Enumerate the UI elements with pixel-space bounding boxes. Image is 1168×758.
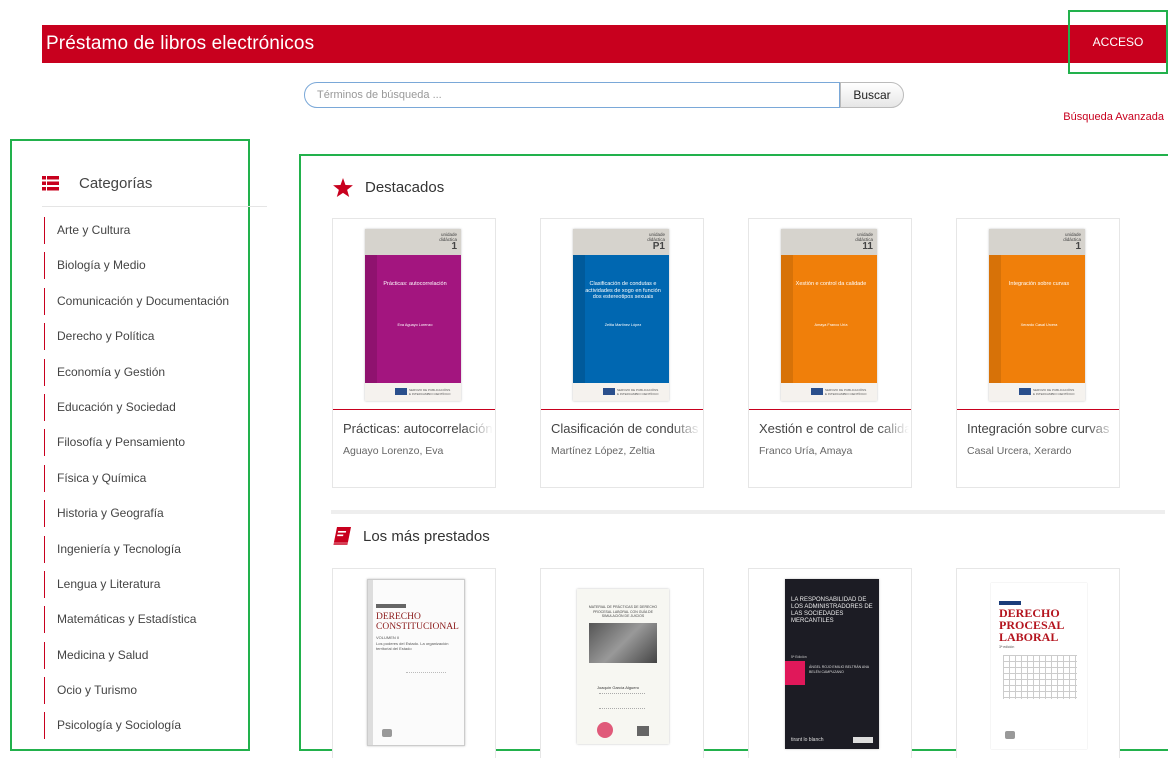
most-borrowed-title: Los más prestados — [363, 528, 490, 545]
cover-unit: 11 — [862, 241, 873, 252]
category-item[interactable]: Física y Química — [44, 464, 229, 492]
cover-author: Eva Aguayo Lorenzo — [397, 323, 433, 327]
book-card[interactable]: MATERIAL DE PRÁCTICAS DE DERECHO PROCESA… — [540, 568, 704, 758]
book-cover[interactable]: unidade didáctica 1 Prácticas: autocorrela… — [365, 229, 461, 401]
cover-publisher: tirant lo blanch — [791, 737, 824, 743]
category-item[interactable]: Comunicación y Documentación — [44, 287, 229, 315]
category-list: Arte y Cultura Biología y Medio Comunica… — [44, 217, 229, 748]
cover-title: MATERIAL DE PRÁCTICAS DE DERECHO PROCESA… — [588, 605, 658, 618]
cover-subtitle: VOLUMEN II — [376, 635, 400, 640]
categories-divider — [42, 206, 267, 207]
category-item[interactable]: Historia y Geografía — [44, 500, 229, 528]
search-input[interactable] — [304, 82, 840, 108]
cover-unit: 1 — [1075, 241, 1081, 252]
cover-unit: P1 — [652, 241, 665, 252]
book-author: Aguayo Lorenzo, Eva — [343, 445, 444, 457]
book-cover[interactable]: unidade didáctica 1 Integración sobre curv… — [989, 229, 1085, 401]
category-item[interactable]: Economía y Gestión — [44, 358, 229, 386]
book-author: Martínez López, Zeltia — [551, 445, 655, 457]
book-title[interactable]: Clasificación de condutas — [551, 421, 701, 436]
book-title[interactable]: Xestión e control de calidade — [759, 421, 909, 436]
cover-author: Xerardo Casal Urcera — [1020, 323, 1058, 327]
cover-text: Xestión e control da calidade — [795, 281, 867, 287]
book-cover[interactable]: MATERIAL DE PRÁCTICAS DE DERECHO PROCESA… — [577, 589, 669, 744]
book-card[interactable]: unidade didáctica 1 Integración sobre curv… — [956, 218, 1120, 488]
book-card[interactable]: unidade didáctica 1 Prácticas: autocorrela… — [332, 218, 496, 488]
login-button[interactable]: ACCESO — [1068, 10, 1168, 74]
category-item[interactable]: Matemáticas y Estadística — [44, 606, 229, 634]
cover-author: Zeltia Martínez López — [604, 323, 642, 327]
list-icon — [42, 176, 59, 191]
cover-authors: ÁNGEL ROJO EMILIO BELTRÁN ANA BELÉN CAMP… — [809, 665, 869, 674]
book-card[interactable]: unidade didáctica P1 Clasificación de cond… — [540, 218, 704, 488]
cover-text: Clasificación de condutas e actividades … — [585, 281, 661, 300]
book-icon — [333, 527, 351, 545]
cover-subtitle-2: Los poderes del Estado. La organización … — [376, 641, 449, 651]
most-borrowed-header: Los más prestados — [333, 527, 490, 546]
book-title[interactable]: Integración sobre curvas — [967, 421, 1117, 436]
category-item[interactable]: Psicología y Sociología — [44, 712, 229, 740]
cover-text: Prácticas: autocorrelación — [383, 281, 447, 287]
book-card[interactable]: DERECHO PROCESAL LABORAL 3ª edición — [956, 568, 1120, 758]
search-bar: Buscar — [304, 82, 904, 108]
book-cover[interactable]: unidade didáctica 11 Xestión e control da … — [781, 229, 877, 401]
categories-header: Categorías — [42, 175, 152, 192]
search-button[interactable]: Buscar — [840, 82, 904, 108]
category-item[interactable]: Derecho y Política — [44, 323, 229, 351]
cover-title: DERECHO CONSTITUCIONAL — [376, 612, 459, 632]
category-item[interactable]: Filosofía y Pensamiento — [44, 429, 229, 457]
site-title: Préstamo de libros electrónicos — [46, 33, 315, 54]
categories-title: Categorías — [79, 175, 153, 192]
book-author: Franco Uría, Amaya — [759, 445, 853, 457]
advanced-search-link[interactable]: Búsqueda Avanzada — [1063, 111, 1164, 123]
category-item[interactable]: Arte y Cultura — [44, 217, 229, 244]
book-cover[interactable]: unidade didáctica P1 Clasificación de cond… — [573, 229, 669, 401]
book-title[interactable]: Prácticas: autocorrelación — [343, 421, 493, 436]
cover-edition: 5ª Edición — [791, 655, 807, 659]
cover-text: Integración sobre curvas — [1008, 281, 1070, 287]
cover-title: LA RESPONSABILIDAD DE LOS ADMINISTRADORE… — [791, 597, 873, 624]
category-item[interactable]: Ocio y Turismo — [44, 677, 229, 705]
cover-edition: 3ª edición — [999, 645, 1015, 649]
featured-title: Destacados — [365, 179, 445, 196]
cover-author: Joaquín García Alguero — [597, 685, 640, 690]
category-item[interactable]: Educación y Sociedad — [44, 393, 229, 421]
top-bar: Préstamo de libros electrónicos ACCESO — [42, 10, 1168, 74]
cover-author: Amaya Franco Uría — [814, 323, 848, 327]
book-author: Casal Urcera, Xerardo — [967, 445, 1072, 457]
book-card[interactable]: DERECHO CONSTITUCIONAL VOLUMEN II Los po… — [332, 568, 496, 758]
category-item[interactable]: Lengua y Literatura — [44, 570, 229, 598]
book-cover[interactable]: LA RESPONSABILIDAD DE LOS ADMINISTRADORE… — [785, 579, 879, 749]
cover-title: DERECHO PROCESAL LABORAL — [999, 606, 1064, 644]
star-icon — [333, 178, 353, 197]
categories-sidebar: Categorías Arte y Cultura Biología y Med… — [10, 139, 267, 751]
book-cover[interactable]: DERECHO CONSTITUCIONAL VOLUMEN II Los po… — [367, 579, 465, 746]
main-content: Destacados unidade didáctica 1 Prácticas: … — [299, 154, 1168, 758]
category-item[interactable]: Biología y Medio — [44, 252, 229, 280]
book-cover[interactable]: DERECHO PROCESAL LABORAL 3ª edición — [991, 583, 1087, 749]
section-divider — [331, 510, 1165, 514]
book-card[interactable]: LA RESPONSABILIDAD DE LOS ADMINISTRADORE… — [748, 568, 912, 758]
featured-header: Destacados — [333, 178, 444, 197]
category-item[interactable]: Ingeniería y Tecnología — [44, 535, 229, 563]
cover-unit: 1 — [451, 241, 457, 252]
category-item[interactable]: Medicina y Salud — [44, 641, 229, 669]
book-card[interactable]: unidade didáctica 11 Xestión e control da … — [748, 218, 912, 488]
